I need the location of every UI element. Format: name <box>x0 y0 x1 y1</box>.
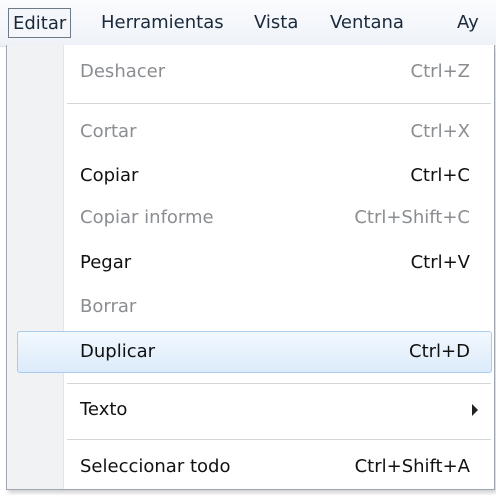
menu-item-label: Borrar <box>80 296 137 317</box>
menu-item-shortcut: Ctrl+C <box>410 165 470 186</box>
menu-bar: Editar Herramientas Vista Ventana Ay <box>0 0 496 47</box>
menubar-item-ayuda[interactable]: Ay <box>457 8 479 38</box>
menubar-item-editar[interactable]: Editar <box>8 8 72 38</box>
menu-item-borrar[interactable]: Borrar <box>17 287 492 327</box>
edit-menu-dropdown: Deshacer Ctrl+Z Cortar Ctrl+X Copiar Ctr… <box>6 45 495 490</box>
menu-item-label: Pegar <box>80 252 132 273</box>
menu-item-seleccionar-todo[interactable]: Seleccionar todo Ctrl+Shift+A <box>17 447 492 487</box>
menu-item-shortcut: Ctrl+Z <box>410 61 470 82</box>
menu-item-cortar[interactable]: Cortar Ctrl+X <box>17 112 492 152</box>
menu-item-shortcut: Ctrl+Shift+A <box>354 456 470 477</box>
menu-item-shortcut: Ctrl+D <box>409 341 470 362</box>
chevron-right-icon <box>472 404 478 416</box>
menubar-item-ventana[interactable]: Ventana <box>330 8 404 38</box>
menu-item-label: Copiar <box>80 165 139 186</box>
menu-item-label: Deshacer <box>80 61 166 82</box>
menu-item-duplicar[interactable]: Duplicar Ctrl+D <box>17 331 492 373</box>
menu-item-label: Texto <box>80 399 128 420</box>
menu-item-texto[interactable]: Texto <box>17 390 492 430</box>
menu-item-shortcut: Ctrl+Shift+C <box>354 207 470 228</box>
menu-item-deshacer[interactable]: Deshacer Ctrl+Z <box>17 52 492 92</box>
menu-item-label: Cortar <box>80 121 137 142</box>
menu-item-shortcut: Ctrl+V <box>410 252 470 273</box>
menu-item-copiar[interactable]: Copiar Ctrl+C <box>17 156 492 196</box>
menu-separator <box>67 439 491 440</box>
menu-item-shortcut: Ctrl+X <box>410 121 470 142</box>
menu-item-label: Duplicar <box>80 341 156 362</box>
menubar-item-vista[interactable]: Vista <box>254 8 298 38</box>
menu-item-label: Copiar informe <box>80 207 214 228</box>
menu-item-pegar[interactable]: Pegar Ctrl+V <box>17 243 492 283</box>
menubar-item-herramientas[interactable]: Herramientas <box>101 8 224 38</box>
menu-separator <box>67 103 491 104</box>
menu-item-label: Seleccionar todo <box>80 456 231 477</box>
menu-item-copiar-informe[interactable]: Copiar informe Ctrl+Shift+C <box>17 198 492 238</box>
menu-separator <box>67 383 491 384</box>
